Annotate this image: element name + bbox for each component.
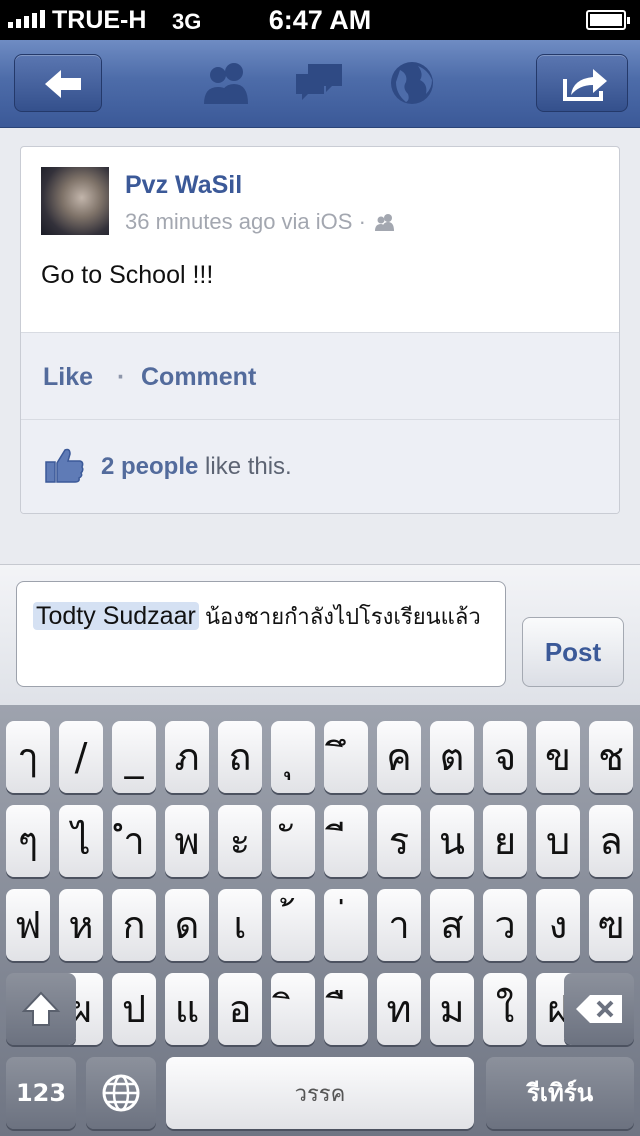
thumbs-up-icon [45,448,84,483]
keyboard-key[interactable]: ิ [271,973,315,1045]
keyboard-key[interactable]: ล [589,805,633,877]
keyboard-key[interactable]: ำ [112,805,156,877]
keyboard-key[interactable]: ท [377,973,421,1045]
keyboard-key[interactable]: ื [324,973,368,1045]
keyboard-key[interactable]: แ [165,973,209,1045]
keyboard-key[interactable]: จ [483,721,527,793]
mention-tag[interactable]: Todty Sudzaar [33,602,199,630]
keyboard-key[interactable]: ๆ [6,805,50,877]
keyboard-key[interactable]: _ [112,721,156,793]
keyboard-key[interactable]: / [59,721,103,793]
likes-count[interactable]: 2 people [101,453,198,480]
keyboard-key[interactable]: า [377,889,421,961]
keyboard-key[interactable]: ส [430,889,474,961]
shift-arrow-icon [21,991,61,1026]
keyboard-key[interactable]: ี [324,805,368,877]
clock: 6:47 AM [268,5,372,35]
like-button[interactable]: Like [43,363,93,392]
globe-icon [102,1074,140,1112]
keyboard-key[interactable]: ใ [483,973,527,1045]
post-actions: Like · Comment [21,332,619,420]
keyboard-key[interactable]: ฟ [6,889,50,961]
globe-key[interactable] [86,1057,156,1129]
keyboard-key[interactable]: ฃ [589,889,633,961]
keyboard-key[interactable]: บ [536,805,580,877]
share-icon [563,69,607,101]
keyboard-key[interactable]: ก [112,889,156,961]
back-arrow-icon [45,70,81,98]
comment-text: น้องชายกำลังไปโรงเรียนแล้ว [198,604,481,629]
delete-key[interactable] [564,973,634,1045]
keyboard-key[interactable]: ร [377,805,421,877]
comment-input[interactable]: Todty Sudzaar น้องชายกำลังไปโรงเรียนแล้ว [16,581,506,687]
keyboard-key[interactable]: ม [430,973,474,1045]
keyboard-key[interactable]: ถ [218,721,262,793]
share-button[interactable] [536,54,628,112]
keyboard-key[interactable]: อ [218,973,262,1045]
likes-text: 2 people like this. [101,453,292,481]
author-name[interactable]: Pvz WaSil [125,171,242,200]
messages-icon[interactable] [294,60,346,106]
keyboard-key[interactable]: ช [589,721,633,793]
friends-privacy-icon [374,214,394,231]
keyboard-key[interactable]: ะ [218,805,262,877]
globe-icon[interactable] [388,60,436,108]
post-button[interactable]: Post [522,617,624,687]
keyboard-key[interactable]: ด [165,889,209,961]
post-card: Pvz WaSil 36 minutes ago via iOS · Go to… [20,146,620,514]
keyboard-key[interactable]: ่ [324,889,368,961]
keyboard-key[interactable]: ึ [324,721,368,793]
post-text: Go to School !!! [41,261,214,289]
keyboard-key[interactable]: ง [536,889,580,961]
keyboard-key[interactable]: ไ [59,805,103,877]
status-bar: TRUE-H 3G 6:47 AM [0,0,640,40]
keyboard-key[interactable]: ว [483,889,527,961]
comment-button[interactable]: Comment [141,363,256,392]
post-meta: 36 minutes ago via iOS · [125,209,396,235]
keyboard-key[interactable]: น [430,805,474,877]
keyboard-key[interactable]: ๅ [6,721,50,793]
nav-bar [0,40,640,128]
post-timestamp: 36 minutes ago via iOS · [125,209,366,234]
keyboard-key[interactable]: พ [165,805,209,877]
likes-summary[interactable]: 2 people like this. [21,420,619,513]
keyboard-key[interactable]: ข [536,721,580,793]
likes-suffix: like this. [198,453,292,480]
friends-icon[interactable] [198,60,256,106]
keyboard: ๅ/_ภถุึคตจขช ๆไำพะัีรนยบล ฟหกดเ้่าสวงฃ ผ… [0,705,640,1136]
shift-key[interactable] [6,973,76,1045]
keyboard-key[interactable]: ั [271,805,315,877]
backspace-icon [576,995,622,1023]
space-key[interactable]: วรรค [166,1057,474,1129]
battery-icon [586,10,630,30]
keyboard-key[interactable]: ห [59,889,103,961]
numbers-key[interactable]: 123 [6,1057,76,1129]
keyboard-key[interactable]: ป [112,973,156,1045]
keyboard-key[interactable]: ภ [165,721,209,793]
return-key[interactable]: รีเทิร์น [486,1057,634,1129]
keyboard-key[interactable]: ้ [271,889,315,961]
comment-composer: Todty Sudzaar น้องชายกำลังไปโรงเรียนแล้ว… [0,564,640,705]
action-separator: · [117,363,126,391]
back-button[interactable] [14,54,102,112]
keyboard-key[interactable]: เ [218,889,262,961]
keyboard-key[interactable]: ย [483,805,527,877]
author-avatar[interactable] [41,167,109,235]
keyboard-key[interactable]: ค [377,721,421,793]
keyboard-key[interactable]: ต [430,721,474,793]
keyboard-key[interactable]: ุ [271,721,315,793]
